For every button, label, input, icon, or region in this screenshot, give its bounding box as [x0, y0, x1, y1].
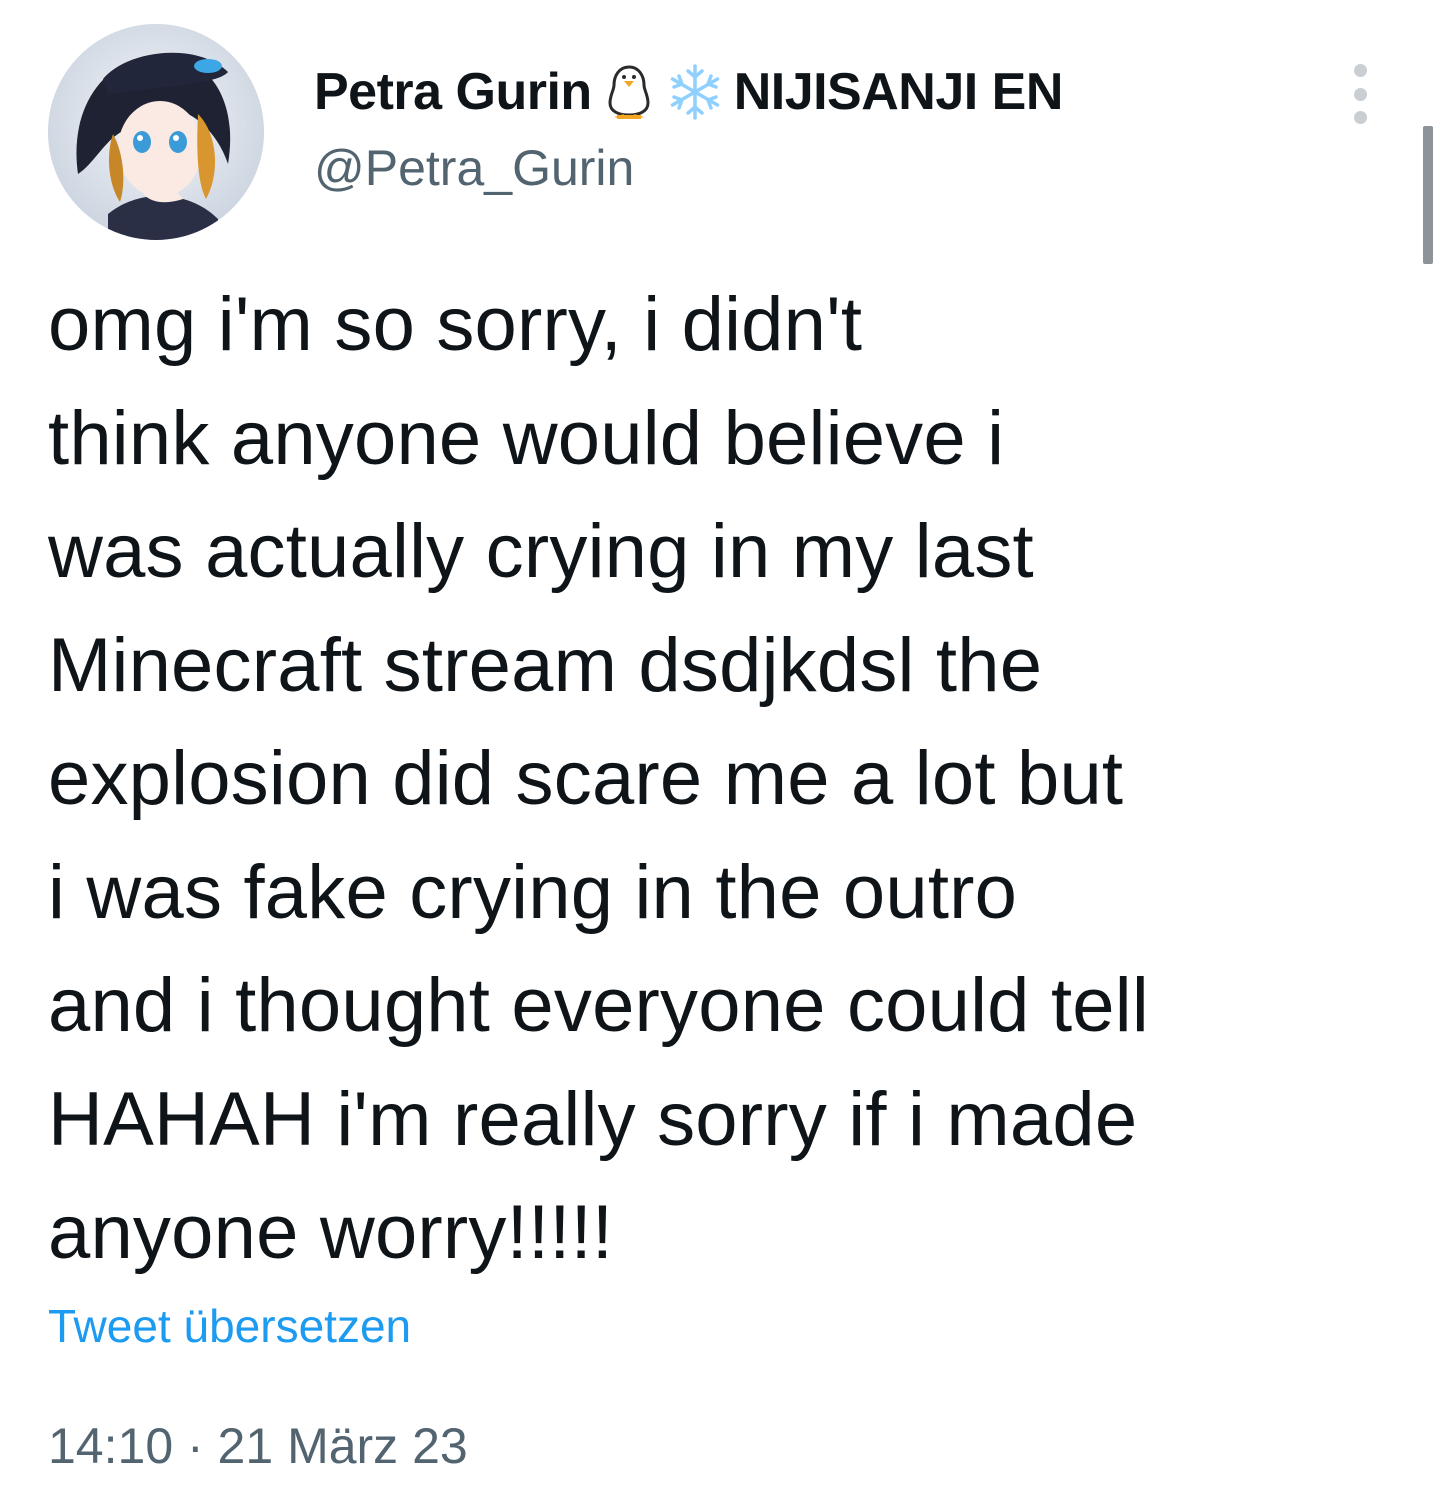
more-vertical-icon-dot — [1353, 111, 1367, 124]
author-handle[interactable]: @Petra_Gurin — [314, 138, 1314, 198]
display-name[interactable]: Petra Gurin — [314, 62, 592, 122]
more-vertical-icon-dot — [1353, 87, 1367, 101]
affiliation-label: NIJISANJI EN — [733, 63, 1064, 121]
tweet-timestamp[interactable]: 14:10 · 21 März 23 — [48, 1414, 468, 1478]
author-info: Petra Gurin NIJISANJI EN @Petra_Gurin — [314, 52, 1314, 198]
more-vertical-icon — [1353, 64, 1367, 77]
tweet-text: omg i'm so sorry, i didn't think anyone … — [48, 282, 1149, 1275]
name-row: Petra Gurin NIJISANJI EN — [314, 52, 1314, 132]
more-options-button[interactable] — [1340, 64, 1380, 124]
scrollbar-thumb[interactable] — [1423, 126, 1433, 264]
snowflake-icon — [666, 63, 724, 121]
translate-tweet-link[interactable]: Tweet übersetzen — [48, 1296, 411, 1356]
penguin-icon — [600, 63, 658, 121]
author-avatar[interactable] — [48, 24, 264, 240]
